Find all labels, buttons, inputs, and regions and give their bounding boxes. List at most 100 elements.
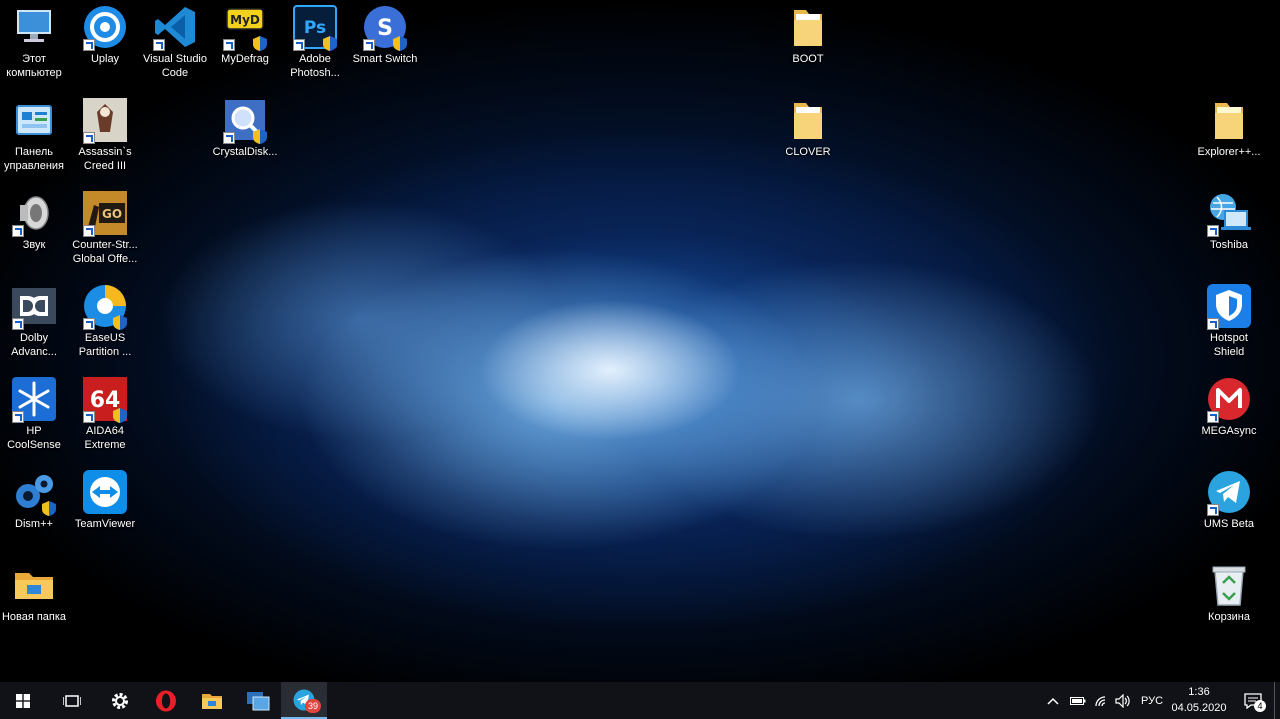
icon-label: Counter-Str... Global Offe... [72,239,138,265]
icon-label: Visual Studio Code [142,53,207,79]
taskbar-windows-app-button[interactable] [235,682,281,719]
taskbar-opera-button[interactable] [143,682,189,719]
icon-label: Новая папка [1,611,67,623]
desktop-icon-boot-folder[interactable]: BOOT [771,5,845,66]
tray-battery-button[interactable] [1070,682,1086,719]
start-button[interactable] [0,682,46,719]
teamviewer-icon [83,470,127,514]
opera-icon [156,690,176,711]
speaker-icon [12,191,56,237]
windows-logo-icon [16,693,30,708]
recycle-bin-icon [1207,563,1251,607]
desktop-icon-vscode[interactable]: Visual Studio Code [138,5,212,80]
desktop-icon-uplay[interactable]: Uplay [68,5,142,66]
icon-label: MEGAsync [1201,425,1257,437]
icon-label: Assassin`s Creed III [78,146,132,172]
desktop-icon-clover-folder[interactable]: CLOVER [771,98,845,159]
desktop-icon-hp-coolsense[interactable]: HP CoolSense [0,377,71,452]
desktop-icon-control-panel[interactable]: Панель управления [0,98,71,173]
desktop-icon-dolby[interactable]: Dolby Advanc... [0,284,71,359]
coolsense-icon [12,377,56,423]
folder-icon [786,98,830,142]
svg-text:Ps: Ps [304,18,326,38]
desktop-icon-dism[interactable]: Dism++ [0,470,71,531]
toshiba-icon [1207,191,1251,237]
icon-label: Smart Switch [352,53,418,65]
dism-icon [12,470,56,516]
megasync-icon [1207,377,1251,423]
battery-icon [1070,696,1086,705]
show-desktop-button[interactable] [1274,682,1280,719]
taskbar-telegram-button[interactable]: 39 [281,682,327,719]
taskbar-settings-button[interactable] [97,682,143,719]
volume-icon [1115,693,1130,708]
desktop-icon-hotspot-shield[interactable]: Hotspot Shield [1192,284,1266,359]
show-hidden-icons-button[interactable] [1047,682,1059,719]
folder-icon [12,563,56,607]
svg-text:GO: GO [102,207,122,221]
language-label: РУС [1140,694,1164,707]
settings-gear-icon [112,692,128,709]
easeus-icon [83,284,127,330]
telegram-unread-badge: 39 [305,698,321,713]
desktop-icon-assassins-creed[interactable]: Assassin`s Creed III [68,98,142,173]
task-view-icon [63,694,81,707]
windows-store-icon [247,691,270,710]
desktop-icon-aida64[interactable]: 64 AIDA64 Extreme [68,377,142,452]
task-view-button[interactable] [49,682,95,719]
desktop-icon-easeus[interactable]: EaseUS Partition ... [68,284,142,359]
clock-time: 1:36 [1188,686,1210,698]
telegram-icon [1207,470,1251,516]
aida64-icon: 64 [83,377,127,423]
icon-label: Dism++ [15,518,53,530]
clock-button[interactable]: 1:36 04.05.2020 [1164,684,1234,716]
desktop-icon-sound[interactable]: Звук [0,191,71,252]
icon-label: Adobe Photosh... [290,53,340,79]
folder-icon [786,5,830,49]
assassins-creed-icon [83,98,127,144]
svg-text:S: S [377,16,393,41]
desktop-icon-smart-switch[interactable]: S Smart Switch [348,5,422,66]
icon-label: Explorer++... [1197,146,1261,158]
icon-label: BOOT [792,53,824,65]
desktop-icon-photoshop[interactable]: Ps Adobe Photosh... [278,5,352,80]
wifi-icon [1095,695,1106,706]
crystaldisk-icon [223,98,267,144]
uplay-icon [83,5,127,51]
desktop-icon-this-pc[interactable]: Этот компьютер [0,5,71,80]
icon-label: HP CoolSense [7,425,61,451]
tray-network-button[interactable] [1094,682,1110,719]
desktop-icon-csgo[interactable]: GO Counter-Str... Global Offe... [68,191,142,266]
desktop-icon-megasync[interactable]: MEGAsync [1192,377,1266,438]
file-explorer-icon [202,693,222,709]
svg-text:MyD: MyD [230,13,260,27]
icon-label: Toshiba [1210,239,1248,251]
this-pc-icon [12,5,56,49]
desktop-icon-recycle-bin[interactable]: Корзина [1192,563,1266,624]
clock-date: 04.05.2020 [1171,702,1227,714]
dolby-icon [12,284,56,330]
input-language-indicator[interactable]: РУС [1140,682,1164,719]
desktop-icon-ums-beta[interactable]: UMS Beta [1192,470,1266,531]
icon-label: Hotspot Shield [1210,332,1248,358]
icon-label: AIDA64 Extreme [84,425,126,451]
icon-label: Панель управления [4,146,64,172]
chevron-up-icon [1047,697,1059,705]
icon-label: CLOVER [785,146,831,158]
action-center-button[interactable]: 4 [1238,682,1268,719]
icon-label: Uplay [90,53,120,65]
folder-icon [1207,98,1251,142]
taskbar-file-explorer-button[interactable] [189,682,235,719]
vscode-icon [153,5,197,51]
notification-count-badge: 4 [1254,699,1266,712]
desktop-icon-mydefrag[interactable]: MyD MyDefrag [208,5,282,66]
control-panel-icon [12,98,56,142]
icon-label: Звук [22,239,46,251]
desktop-icon-crystaldisk[interactable]: CrystalDisk... [208,98,282,159]
desktop-wallpaper [0,0,1280,682]
desktop-icon-toshiba[interactable]: Toshiba [1192,191,1266,252]
desktop-icon-explorerpp[interactable]: Explorer++... [1192,98,1266,159]
desktop-icon-teamviewer[interactable]: TeamViewer [68,470,142,531]
desktop-icon-new-folder[interactable]: Новая папка [0,563,71,624]
tray-volume-button[interactable] [1115,682,1131,719]
